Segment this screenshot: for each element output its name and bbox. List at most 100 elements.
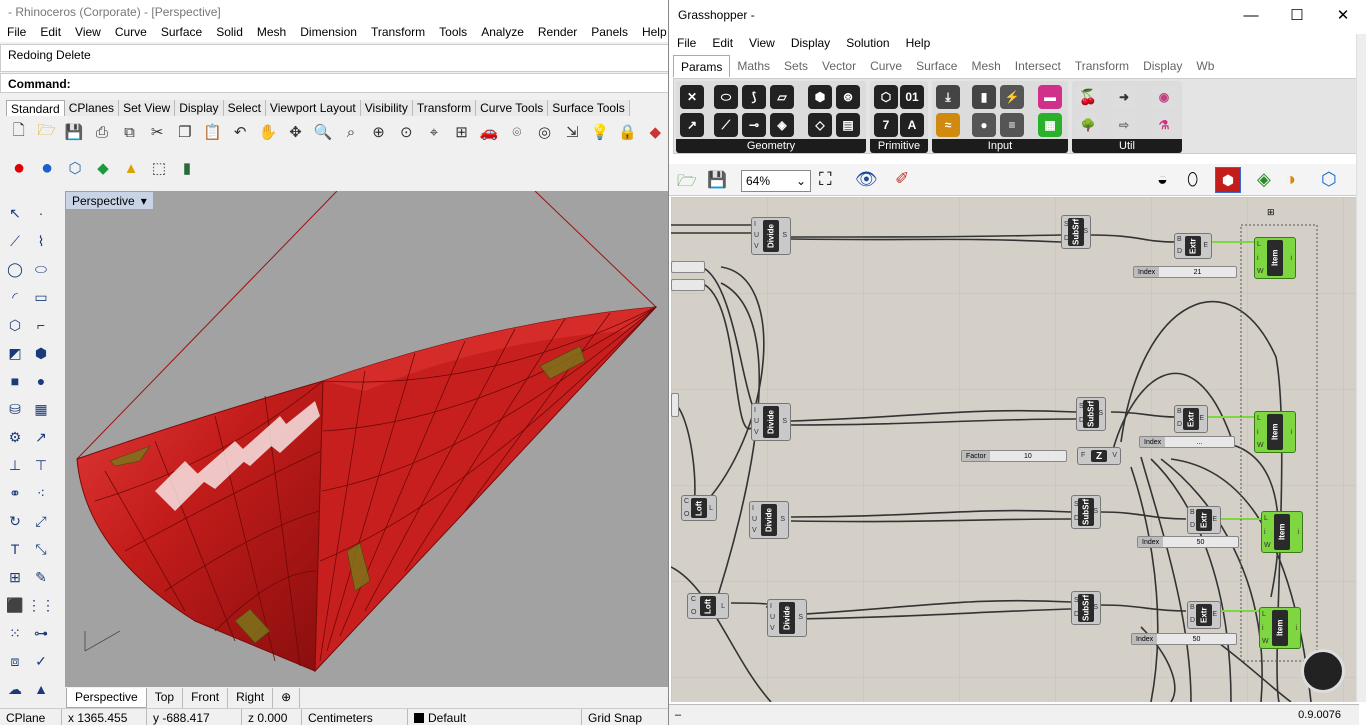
green-shade-icon[interactable]: ◆ xyxy=(92,157,114,179)
vp-tab-perspective[interactable]: Perspective xyxy=(66,688,147,708)
zoom-select[interactable]: 64% ⌄ xyxy=(741,170,811,192)
transform-arrow-icon[interactable]: ↗ xyxy=(30,426,52,448)
camera-icon[interactable]: ⌾ xyxy=(506,121,528,143)
material-ball-icon[interactable]: ◑ xyxy=(1285,169,1296,190)
polygon-icon[interactable]: ⬡ xyxy=(4,314,26,336)
port-i[interactable]: I xyxy=(770,603,772,610)
port-i-out[interactable]: i xyxy=(1295,625,1297,632)
preview-wireframe-icon[interactable]: ◒ xyxy=(1157,169,1168,190)
tab-curve-tools[interactable]: Curve Tools xyxy=(476,100,549,116)
port-i-out[interactable]: i xyxy=(1297,529,1299,536)
dimension-icon[interactable]: ⤡ xyxy=(30,538,52,560)
input-param[interactable] xyxy=(671,261,705,273)
eye-preview-icon[interactable]: 👁 xyxy=(855,169,878,190)
loft-component[interactable]: C O Loft L xyxy=(681,495,717,521)
menu-tools[interactable]: Tools xyxy=(432,24,474,42)
port-i-out[interactable]: i xyxy=(1290,429,1292,436)
port-s[interactable]: S xyxy=(782,232,787,239)
fitness-icon[interactable]: ◉ xyxy=(1152,85,1176,109)
port-d[interactable]: D xyxy=(1177,421,1182,428)
port-s-out[interactable]: S xyxy=(1093,604,1098,611)
gh-canvas[interactable]: I U V Divide S S D SubSrf S B D Extr E L… xyxy=(671,197,1359,702)
preview-selected-icon[interactable]: ⬢ xyxy=(1215,167,1241,193)
tab-cplanes[interactable]: CPlanes xyxy=(64,100,120,116)
port-w[interactable]: W xyxy=(1262,638,1269,645)
copy-icon[interactable]: ❐ xyxy=(174,121,196,143)
loft-component[interactable]: C O Loft L xyxy=(687,593,729,619)
gh-tab-display[interactable]: Display xyxy=(1136,55,1189,77)
menu-transform[interactable]: Transform xyxy=(364,24,432,42)
port-c[interactable]: C xyxy=(691,596,696,603)
port-i[interactable]: I xyxy=(754,221,756,228)
integer-param-icon[interactable]: 7 xyxy=(874,113,898,137)
menu-edit[interactable]: Edit xyxy=(33,24,68,42)
scale-icon[interactable]: ⤢ xyxy=(30,510,52,532)
add-viewport-icon[interactable]: ⊕ xyxy=(273,688,301,708)
port-c[interactable]: C xyxy=(684,498,689,505)
menu-curve[interactable]: Curve xyxy=(108,24,154,42)
save-icon[interactable]: 💾 xyxy=(63,121,85,143)
port-s[interactable]: S xyxy=(798,614,803,621)
port-v[interactable]: V xyxy=(754,429,759,436)
box-solid-icon[interactable]: ■ xyxy=(4,370,26,392)
tab-visibility[interactable]: Visibility xyxy=(360,100,413,116)
port-w[interactable]: W xyxy=(1257,268,1264,275)
port-v[interactable]: V xyxy=(770,625,775,632)
port-v[interactable]: V xyxy=(752,527,757,534)
check-icon[interactable]: ✓ xyxy=(30,650,52,672)
surface-corner-icon[interactable]: ◩ xyxy=(4,342,26,364)
mesh-param-icon[interactable]: ⊛ xyxy=(836,85,860,109)
input-param[interactable] xyxy=(671,279,705,291)
viewport-menu-icon[interactable]: ▾ xyxy=(141,194,147,209)
data-output-icon[interactable]: ➜ xyxy=(1112,85,1136,109)
gh-tab-wb[interactable]: Wb xyxy=(1189,55,1221,77)
viewport-title[interactable]: Perspective ▾ xyxy=(65,191,154,210)
port-s-out[interactable]: S xyxy=(1098,410,1103,417)
port-l[interactable]: L xyxy=(1264,515,1268,522)
port-o[interactable]: O xyxy=(684,511,689,518)
grid-icon[interactable]: ⋮⋮ xyxy=(27,594,55,616)
menu-surface[interactable]: Surface xyxy=(154,24,209,42)
port-v[interactable]: V xyxy=(754,243,759,250)
extr-component[interactable]: B D Extr E xyxy=(1187,601,1221,629)
box-param-icon[interactable]: ◈ xyxy=(770,113,794,137)
subsrf-component[interactable]: S D SubSrf S xyxy=(1076,397,1106,431)
zoom-extents-icon[interactable]: ⛶ xyxy=(819,169,832,190)
edit-icon[interactable]: ✎ xyxy=(30,566,52,588)
cherry-picker-icon[interactable]: 🍒 xyxy=(1076,85,1100,109)
subsrf-component[interactable]: S D SubSrf S xyxy=(1061,215,1091,249)
gh-menu-edit[interactable]: Edit xyxy=(704,34,741,54)
minimize-icon[interactable]: — xyxy=(1228,0,1274,30)
gh-menu-solution[interactable]: Solution xyxy=(838,34,897,54)
port-b[interactable]: B xyxy=(1177,236,1182,243)
md-slider-icon[interactable]: ▦ xyxy=(1038,113,1062,137)
menu-file[interactable]: File xyxy=(0,24,33,42)
sphere-solid-icon[interactable]: ● xyxy=(30,370,52,392)
port-s-out[interactable]: S xyxy=(1083,228,1088,235)
command-line[interactable]: Command: xyxy=(0,73,672,93)
cloud-icon[interactable]: ☁ xyxy=(4,678,26,700)
cylinder-icon[interactable]: ▮ xyxy=(176,157,198,179)
mesh-icon[interactable]: ▦ xyxy=(30,398,52,420)
rotate-view-icon[interactable]: ✥ xyxy=(285,121,307,143)
menu-solid[interactable]: Solid xyxy=(209,24,250,42)
gradient-icon[interactable]: ▬ xyxy=(1038,85,1062,109)
boolean-param-icon[interactable]: 01 xyxy=(900,85,924,109)
image-sampler-icon[interactable]: ⚡ xyxy=(1000,85,1024,109)
group-move-handles-icon[interactable]: ⊞ xyxy=(1267,207,1275,218)
item-component[interactable]: L i W Item i xyxy=(1254,411,1296,453)
index-slider[interactable]: Index 50 xyxy=(1131,633,1237,645)
vertical-scrollbar[interactable] xyxy=(1356,34,1366,702)
maximize-icon[interactable]: ☐ xyxy=(1274,0,1320,30)
port-d[interactable]: D xyxy=(1177,248,1182,255)
open-file-icon[interactable]: 🗁 xyxy=(36,121,58,143)
save-file-icon[interactable]: 💾 xyxy=(707,170,727,190)
menu-view[interactable]: View xyxy=(68,24,108,42)
unit-z-component[interactable]: F Z V xyxy=(1077,447,1121,465)
extr-component[interactable]: B D Extr E xyxy=(1187,506,1221,534)
port-w[interactable]: W xyxy=(1257,442,1264,449)
subsrf-component[interactable]: S D SubSrf S xyxy=(1071,591,1101,625)
tab-display[interactable]: Display xyxy=(175,100,224,116)
divide-component[interactable]: I U V Divide S xyxy=(751,217,791,255)
port-l[interactable]: L xyxy=(709,505,713,512)
